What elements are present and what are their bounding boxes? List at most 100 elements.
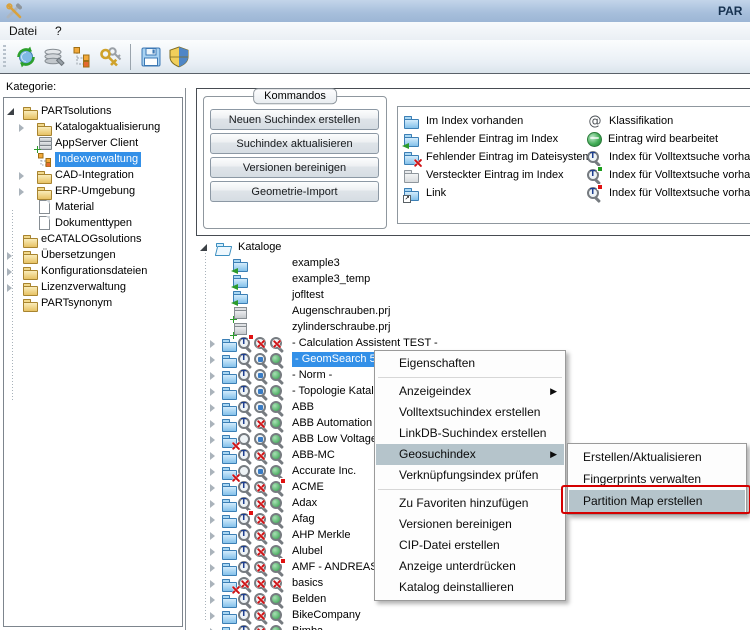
- context-menu-item-zu-favoriten-hinzuf-gen[interactable]: Zu Favoriten hinzufügen: [376, 493, 564, 514]
- save-icon[interactable]: [137, 43, 165, 71]
- sidebar-item-label: PARTsolutions: [41, 105, 112, 117]
- legend-item-label: Index für Volltextsuche vorhanden: [609, 169, 750, 181]
- collapse-arrow-icon[interactable]: [7, 108, 14, 115]
- mag-t-icon: [238, 400, 254, 415]
- mag-x-icon: [254, 480, 270, 495]
- folder-yellow-icon: [37, 170, 53, 185]
- mag-blue-icon: [254, 400, 270, 415]
- menubar-item-datei[interactable]: Datei: [0, 22, 46, 38]
- server-stack-icon[interactable]: [40, 43, 68, 71]
- sidebar-item--bersetzungen[interactable]: Übersetzungen: [4, 248, 182, 264]
- expand-arrow-icon[interactable]: [7, 268, 12, 276]
- expand-arrow-icon[interactable]: [19, 188, 24, 196]
- sidebar-item-indexverwaltung[interactable]: Indexverwaltung: [4, 152, 182, 168]
- index-structure-icon[interactable]: [68, 43, 96, 71]
- sidebar-item-ecatalogsolutions[interactable]: eCATALOGsolutions: [4, 232, 182, 248]
- expand-arrow-icon[interactable]: [19, 172, 24, 180]
- mag-plain-icon: [238, 464, 254, 479]
- submenu-item-erstellen-aktualisieren[interactable]: Erstellen/Aktualisieren: [569, 446, 745, 468]
- expand-arrow-icon[interactable]: [210, 500, 215, 508]
- context-menu-item-volltextsuchindex-erstellen[interactable]: Volltextsuchindex erstellen: [376, 402, 564, 423]
- context-menu-item-geosuchindex[interactable]: Geosuchindex ▶: [376, 444, 564, 465]
- expand-arrow-icon[interactable]: [210, 516, 215, 524]
- folder-blue-icon: [222, 610, 238, 625]
- update-icon[interactable]: [12, 43, 40, 71]
- collapse-arrow-icon[interactable]: [200, 244, 207, 251]
- expand-arrow-icon[interactable]: [7, 252, 12, 260]
- sidebar-item-partsynonym[interactable]: PARTsynonym: [4, 296, 182, 312]
- geosuchindex-submenu: Erstellen/Aktualisieren Fingerprints verw…: [567, 443, 747, 515]
- expand-arrow-icon[interactable]: [210, 388, 215, 396]
- catalog-row-bikecompany[interactable]: BikeCompany: [196, 608, 750, 624]
- folder-blue-icon: [222, 418, 238, 433]
- command-button-versionen-bereinigen[interactable]: Versionen bereinigen: [210, 157, 379, 178]
- expand-arrow-icon[interactable]: [210, 468, 215, 476]
- catalog-row-example3[interactable]: example3: [196, 256, 750, 274]
- expand-arrow-icon[interactable]: [7, 284, 12, 292]
- catalog-row-bimba[interactable]: Bimba: [196, 624, 750, 630]
- context-menu-item-eigenschaften[interactable]: Eigenschaften: [376, 353, 564, 374]
- expand-arrow-icon[interactable]: [210, 436, 215, 444]
- expand-arrow-icon[interactable]: [19, 124, 24, 132]
- command-button-geometrie-import[interactable]: Geometrie-Import: [210, 181, 379, 202]
- submenu-item-fingerprints-verwalten[interactable]: Fingerprints verwalten: [569, 468, 745, 490]
- mag-x-icon: [254, 496, 270, 511]
- catalog-row-icons: [222, 528, 286, 545]
- expand-arrow-icon[interactable]: [210, 452, 215, 460]
- license-keys-icon[interactable]: [96, 43, 124, 71]
- mag-t-icon: [238, 528, 254, 543]
- mag-green-reddot-icon: [270, 559, 286, 575]
- sidebar-item-konfigurationsdateien[interactable]: Konfigurationsdateien: [4, 264, 182, 280]
- expand-arrow-icon[interactable]: [210, 596, 215, 604]
- expand-arrow-icon[interactable]: [210, 484, 215, 492]
- context-menu-item-anzeige-unterdr-cken[interactable]: Anzeige unterdrücken: [376, 556, 564, 577]
- catalog-row-augenschrauben-prj[interactable]: Augenschrauben.prj: [196, 304, 750, 323]
- expand-arrow-icon[interactable]: [210, 612, 215, 620]
- sidebar-item-partsolutions[interactable]: PARTsolutions: [4, 104, 182, 120]
- expand-arrow-icon[interactable]: [210, 532, 215, 540]
- submenu-item-partition-map-erstellen[interactable]: Partition Map erstellen: [569, 490, 745, 512]
- catalog-row-icons: [222, 559, 286, 577]
- catalog-row-label: - Topologie Katalog: [292, 385, 386, 397]
- sidebar-item-katalogaktualisierung[interactable]: Katalogaktualisierung: [4, 120, 182, 136]
- context-menu-item-anzeigeindex[interactable]: Anzeigeindex ▶: [376, 381, 564, 402]
- mag-green-icon: [270, 528, 286, 543]
- security-shield-icon[interactable]: [165, 43, 193, 71]
- folder-blue-x-icon: [404, 151, 420, 166]
- expand-arrow-icon[interactable]: [210, 420, 215, 428]
- sidebar-item-lizenzverwaltung[interactable]: Lizenzverwaltung: [4, 280, 182, 296]
- catalog-row-zylinderschraube-prj[interactable]: zylinderschraube.prj: [196, 320, 750, 339]
- context-menu-item-verkn-pfungsindex-pr-fen[interactable]: Verknüpfungsindex prüfen: [376, 465, 564, 486]
- sidebar-item-appserver-client[interactable]: AppServer Client: [4, 136, 182, 153]
- legend-item-label: Klassifikation: [609, 115, 674, 127]
- context-menu-item-linkdb-suchindex-erstellen[interactable]: LinkDB-Suchindex erstellen: [376, 423, 564, 444]
- context-menu-item-versionen-bereinigen[interactable]: Versionen bereinigen: [376, 514, 564, 535]
- expand-arrow-icon[interactable]: [210, 580, 215, 588]
- catalog-root[interactable]: Kataloge: [196, 240, 750, 256]
- sidebar-item-dokumenttypen[interactable]: Dokumenttypen: [4, 216, 182, 232]
- expand-arrow-icon[interactable]: [210, 340, 215, 348]
- sidebar-item-erp-umgebung[interactable]: ERP-Umgebung: [4, 184, 182, 200]
- context-menu-item-cip-datei-erstellen[interactable]: CIP-Datei erstellen: [376, 535, 564, 556]
- context-menu-item-katalog-deinstallieren[interactable]: Katalog deinstallieren: [376, 577, 564, 598]
- expand-arrow-icon[interactable]: [210, 372, 215, 380]
- expand-arrow-icon[interactable]: [210, 356, 215, 364]
- catalog-row-example3-temp[interactable]: example3_temp: [196, 272, 750, 290]
- expand-arrow-icon[interactable]: [210, 564, 215, 572]
- legend-item-label: Fehlender Eintrag im Dateisystem: [426, 151, 592, 163]
- command-button-suchindex-aktualisieren[interactable]: Suchindex aktualisieren: [210, 133, 379, 154]
- command-button-neuen-suchindex-erstellen[interactable]: Neuen Suchindex erstellen: [210, 109, 379, 130]
- catalog-row-jofltest[interactable]: jofltest: [196, 288, 750, 306]
- sidebar-item-material[interactable]: Material: [4, 200, 182, 216]
- partadmin-window: { "titlebar": { "title": "PAR" }, "menub…: [0, 0, 750, 630]
- mag-t-icon: [238, 368, 254, 383]
- expand-arrow-icon[interactable]: [210, 404, 215, 412]
- mag-x-icon: [238, 576, 254, 591]
- mag-x-icon: [270, 336, 286, 351]
- menubar-item-help[interactable]: ?: [46, 22, 71, 38]
- toolbar-grip[interactable]: [3, 44, 6, 69]
- sidebar-item-cad-integration[interactable]: CAD-Integration: [4, 168, 182, 184]
- catalog-row-label: Accurate Inc.: [292, 465, 357, 477]
- pane-splitter[interactable]: [185, 88, 186, 630]
- expand-arrow-icon[interactable]: [210, 548, 215, 556]
